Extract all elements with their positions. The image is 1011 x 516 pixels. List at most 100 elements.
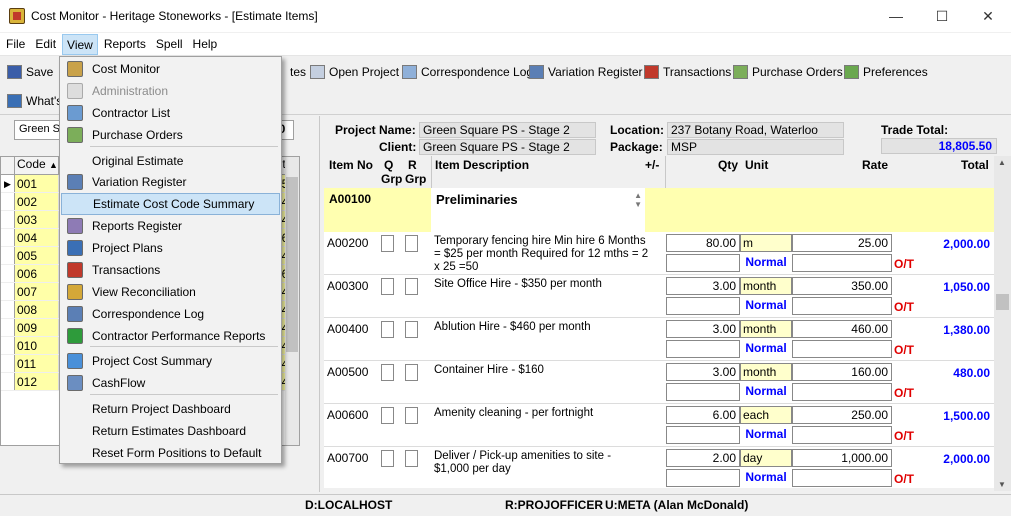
view-menu-item-contractor-list[interactable]: Contractor List xyxy=(61,102,280,124)
unit-field[interactable]: month xyxy=(740,277,792,295)
close-button[interactable]: ✕ xyxy=(965,0,1011,32)
q-grp-field[interactable] xyxy=(381,407,394,424)
estimates-button-partial[interactable]: tes xyxy=(290,65,306,79)
variation-register-button[interactable]: Variation Register xyxy=(529,64,643,79)
menu-edit[interactable]: Edit xyxy=(31,34,60,55)
qty-secondary-field[interactable] xyxy=(666,469,740,487)
view-menu-item-estimate-cost-code-summary[interactable]: Estimate Cost Code Summary xyxy=(61,193,280,215)
q-grp-field[interactable] xyxy=(381,450,394,467)
table-row[interactable]: A00200 Temporary fencing hire Min hire 6 … xyxy=(324,232,994,275)
rate-field[interactable]: 460.00 xyxy=(792,320,892,338)
unit-field[interactable]: month xyxy=(740,320,792,338)
view-menu-item-variation-register[interactable]: Variation Register xyxy=(61,171,280,193)
spin-icon[interactable]: ▲ ▼ xyxy=(634,191,642,209)
table-row[interactable]: A00700 Deliver / Pick-up amenities to sit… xyxy=(324,447,994,488)
rate-field[interactable]: 350.00 xyxy=(792,277,892,295)
menu-view[interactable]: View xyxy=(62,33,98,55)
menu-file[interactable]: File xyxy=(2,34,29,55)
rate-secondary-field[interactable] xyxy=(792,426,892,444)
view-menu-item-correspondence-log[interactable]: Correspondence Log xyxy=(61,303,280,325)
qty-field[interactable]: 2.00 xyxy=(666,449,740,467)
unit-field[interactable]: m xyxy=(740,234,792,252)
rate-secondary-field[interactable] xyxy=(792,254,892,272)
unit-field[interactable]: day xyxy=(740,449,792,467)
item-description[interactable]: Amenity cleaning - per fortnight xyxy=(434,407,649,445)
table-row[interactable]: A00300 Site Office Hire - $350 per month 3… xyxy=(324,275,994,318)
view-menu-item-contractor-performance-reports[interactable]: Contractor Performance Reports xyxy=(61,325,280,347)
view-menu-item-reports-register[interactable]: Reports Register xyxy=(61,215,280,237)
scroll-down-icon[interactable]: ▼ xyxy=(998,480,1006,489)
q-grp-field[interactable] xyxy=(381,278,394,295)
item-description[interactable]: Deliver / Pick-up amenities to site - $1… xyxy=(434,450,649,488)
code-column-header[interactable]: Code ▲ xyxy=(15,157,59,174)
r-grp-field[interactable] xyxy=(405,235,418,252)
menu-spell[interactable]: Spell xyxy=(152,34,187,55)
rate-field[interactable]: 1,000.00 xyxy=(792,449,892,467)
menu-reports[interactable]: Reports xyxy=(100,34,150,55)
save-button[interactable]: Save xyxy=(7,64,53,79)
view-menu-item-cost-monitor[interactable]: Cost Monitor xyxy=(61,58,280,80)
item-description[interactable]: Ablution Hire - $460 per month xyxy=(434,321,649,359)
r-header: R xyxy=(408,158,417,172)
vertical-scrollbar-right[interactable]: ▲ ▼ xyxy=(994,156,1011,491)
rate-field[interactable]: 25.00 xyxy=(792,234,892,252)
rate-secondary-field[interactable] xyxy=(792,340,892,358)
qty-field[interactable]: 3.00 xyxy=(666,363,740,381)
qty-field[interactable]: 3.00 xyxy=(666,277,740,295)
scrollbar-thumb[interactable] xyxy=(286,177,298,352)
view-menu-item-transactions[interactable]: Transactions xyxy=(61,259,280,281)
view-menu-item-original-estimate[interactable]: Original Estimate xyxy=(61,150,280,172)
q-grp-field[interactable] xyxy=(381,235,394,252)
correspondence-log-button[interactable]: Correspondence Log xyxy=(402,64,533,79)
r-grp-field[interactable] xyxy=(405,321,418,338)
view-menu-item-purchase-orders[interactable]: Purchase Orders xyxy=(61,124,280,146)
r-grp-field[interactable] xyxy=(405,364,418,381)
vertical-scrollbar[interactable] xyxy=(285,157,299,445)
qty-secondary-field[interactable] xyxy=(666,254,740,272)
q-grp-field[interactable] xyxy=(381,364,394,381)
view-menu-item-project-plans[interactable]: Project Plans xyxy=(61,237,280,259)
item-description[interactable]: Temporary fencing hire Min hire 6 Months… xyxy=(434,235,649,273)
qty-secondary-field[interactable] xyxy=(666,426,740,444)
table-row[interactable]: A00600 Amenity cleaning - per fortnight 6.… xyxy=(324,404,994,447)
menu-help[interactable]: Help xyxy=(189,34,222,55)
whats-this-button[interactable]: What's xyxy=(7,93,62,108)
scrollbar-thumb-right[interactable] xyxy=(996,294,1009,310)
view-menu-item-view-reconciliation[interactable]: View Reconciliation xyxy=(61,281,280,303)
qty-secondary-field[interactable] xyxy=(666,340,740,358)
scroll-up-icon[interactable]: ▲ xyxy=(998,158,1006,167)
transactions-button[interactable]: Transactions xyxy=(644,64,731,79)
view-menu-item-return-project-dashboard[interactable]: Return Project Dashboard xyxy=(61,398,280,420)
rate-secondary-field[interactable] xyxy=(792,469,892,487)
unit-field[interactable]: month xyxy=(740,363,792,381)
qty-secondary-field[interactable] xyxy=(666,297,740,315)
rate-secondary-field[interactable] xyxy=(792,297,892,315)
purchase-orders-button[interactable]: Purchase Orders xyxy=(733,64,843,79)
item-description[interactable]: Container Hire - $160 xyxy=(434,364,649,402)
item-description[interactable]: Site Office Hire - $350 per month xyxy=(434,278,649,316)
rate-field[interactable]: 160.00 xyxy=(792,363,892,381)
r-grp-field[interactable] xyxy=(405,278,418,295)
maximize-button[interactable]: ☐ xyxy=(919,0,965,32)
minimize-button[interactable]: — xyxy=(873,0,919,32)
qty-field[interactable]: 3.00 xyxy=(666,320,740,338)
view-menu-item-cashflow[interactable]: CashFlow xyxy=(61,372,280,394)
r-grp-field[interactable] xyxy=(405,407,418,424)
location-label: Location: xyxy=(610,123,664,137)
q-grp-field[interactable] xyxy=(381,321,394,338)
view-menu-item-project-cost-summary[interactable]: Project Cost Summary xyxy=(61,350,280,372)
table-row[interactable]: A00500 Container Hire - $160 3.00 month Norm… xyxy=(324,361,994,404)
view-menu-item-reset-form-positions-to-default[interactable]: Reset Form Positions to Default xyxy=(61,442,280,464)
rate-field[interactable]: 250.00 xyxy=(792,406,892,424)
qty-field[interactable]: 6.00 xyxy=(666,406,740,424)
open-project-button[interactable]: Open Project xyxy=(310,64,399,79)
preferences-button[interactable]: Preferences xyxy=(844,64,928,79)
qty-secondary-field[interactable] xyxy=(666,383,740,401)
view-menu-item-return-estimates-dashboard[interactable]: Return Estimates Dashboard xyxy=(61,420,280,442)
qty-field[interactable]: 80.00 xyxy=(666,234,740,252)
unit-field[interactable]: each xyxy=(740,406,792,424)
table-row[interactable]: A00400 Ablution Hire - $460 per month 3.00… xyxy=(324,318,994,361)
rate-secondary-field[interactable] xyxy=(792,383,892,401)
r-grp-field[interactable] xyxy=(405,450,418,467)
section-row[interactable]: A00100 Preliminaries ▲ ▼ xyxy=(324,188,994,232)
